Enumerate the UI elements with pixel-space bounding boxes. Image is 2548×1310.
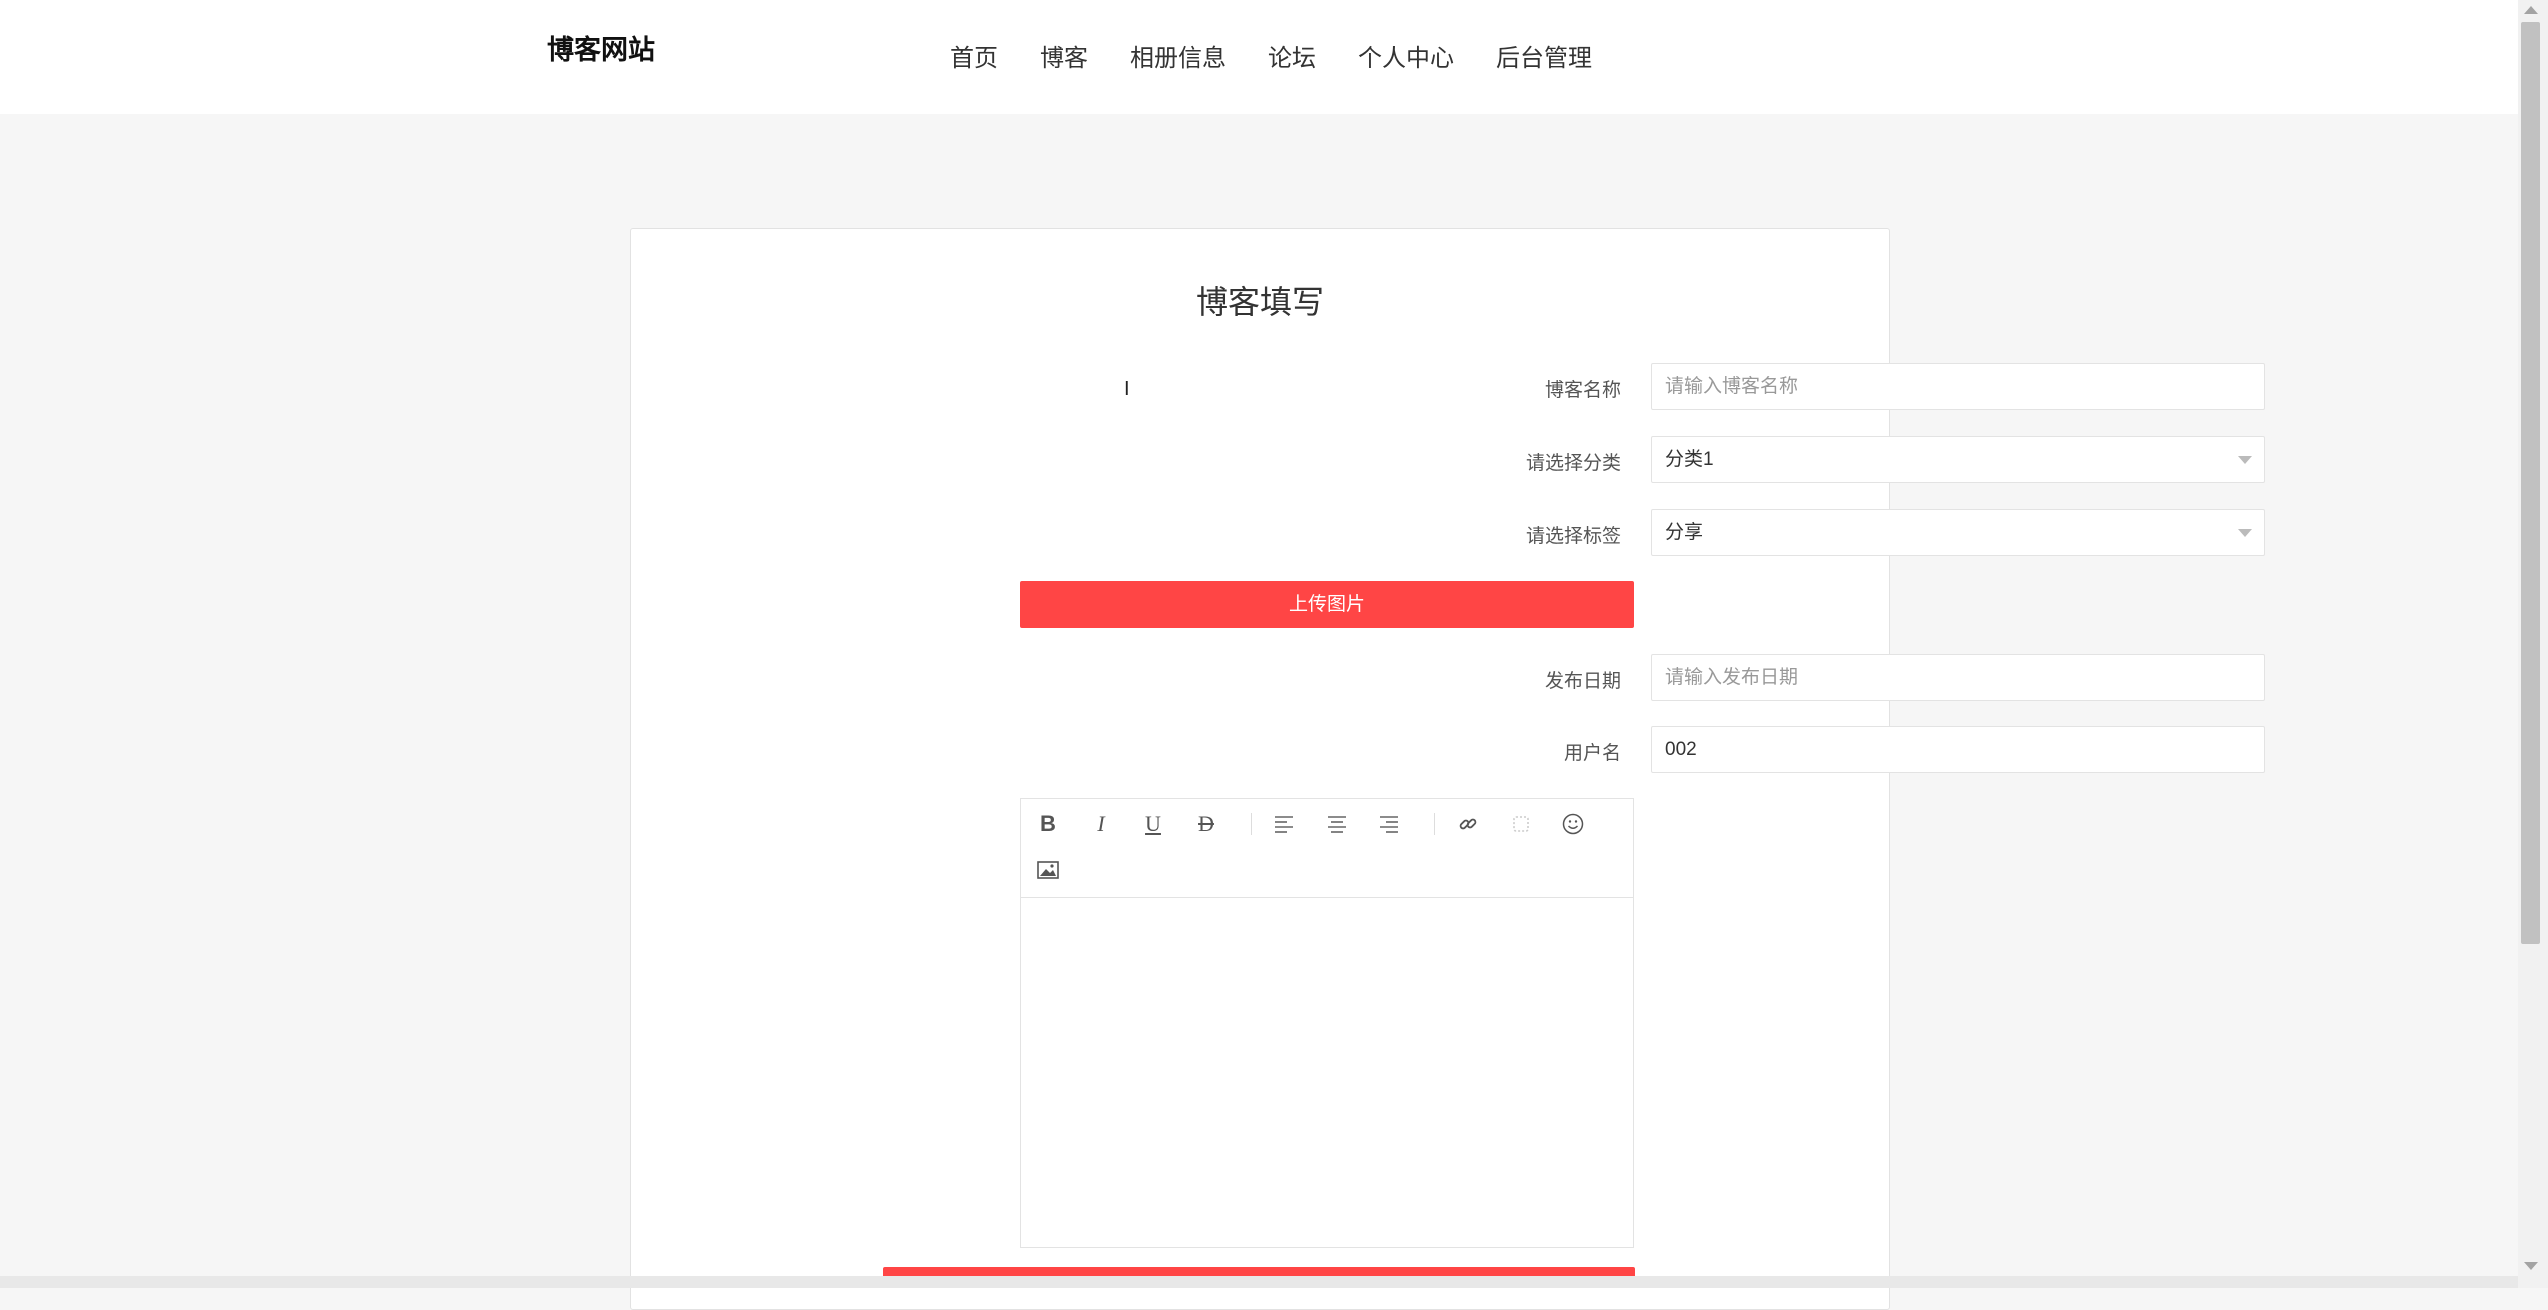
category-select[interactable]: 分类1	[1651, 436, 2265, 483]
scroll-down-icon[interactable]	[2524, 1262, 2538, 1270]
top-navbar: 博客网站 首页 博客 相册信息 论坛 个人中心 后台管理	[0, 0, 2518, 114]
strikethrough-icon[interactable]: D	[1191, 809, 1221, 839]
scroll-up-icon[interactable]	[2524, 6, 2538, 14]
main-nav: 首页 博客 相册信息 论坛 个人中心 后台管理	[950, 38, 1634, 73]
bold-icon[interactable]: B	[1033, 809, 1063, 839]
category-label: 请选择分类	[1525, 453, 1621, 474]
emoji-icon[interactable]	[1558, 809, 1588, 839]
unlink-icon[interactable]	[1506, 809, 1536, 839]
username-input[interactable]: 002	[1651, 726, 2265, 773]
nav-item-home[interactable]: 首页	[950, 38, 998, 73]
rich-text-editor[interactable]: B I U D	[1020, 798, 1634, 1248]
category-value: 分类1	[1665, 449, 1714, 470]
tag-value: 分享	[1665, 522, 1704, 543]
blog-name-input[interactable]: 请输入博客名称	[1651, 363, 2265, 410]
chevron-down-icon	[2238, 529, 2252, 537]
username-label: 用户名	[1563, 743, 1621, 764]
text-cursor-icon: I	[1124, 378, 1130, 400]
align-left-icon[interactable]	[1269, 809, 1299, 839]
publish-date-input[interactable]: 请输入发布日期	[1651, 654, 2265, 701]
editor-toolbar: B I U D	[1021, 799, 1633, 898]
image-icon[interactable]	[1033, 855, 1063, 885]
scrollbar-thumb[interactable]	[2521, 22, 2540, 944]
horizontal-scrollbar[interactable]	[0, 1276, 2518, 1288]
nav-item-album[interactable]: 相册信息	[1130, 38, 1226, 73]
upload-image-button[interactable]: 上传图片	[1020, 581, 1634, 628]
tag-label: 请选择标签	[1525, 526, 1621, 547]
nav-item-personal-center[interactable]: 个人中心	[1358, 38, 1454, 73]
site-brand[interactable]: 博客网站	[547, 28, 655, 67]
align-center-icon[interactable]	[1322, 809, 1352, 839]
align-right-icon[interactable]	[1374, 809, 1404, 839]
toolbar-divider	[1434, 813, 1435, 835]
nav-item-admin[interactable]: 后台管理	[1496, 38, 1592, 73]
underline-icon[interactable]: U	[1138, 809, 1168, 839]
toolbar-divider	[1251, 813, 1252, 835]
chevron-down-icon	[2238, 456, 2252, 464]
editor-content-area[interactable]	[1021, 898, 1633, 1247]
form-title: 博客填写	[1195, 284, 1324, 320]
nav-item-forum[interactable]: 论坛	[1268, 38, 1316, 73]
link-icon[interactable]	[1453, 809, 1483, 839]
italic-icon[interactable]: I	[1086, 809, 1116, 839]
publish-date-label: 发布日期	[1544, 671, 1621, 692]
tag-select[interactable]: 分享	[1651, 509, 2265, 556]
nav-item-blog[interactable]: 博客	[1040, 38, 1088, 73]
